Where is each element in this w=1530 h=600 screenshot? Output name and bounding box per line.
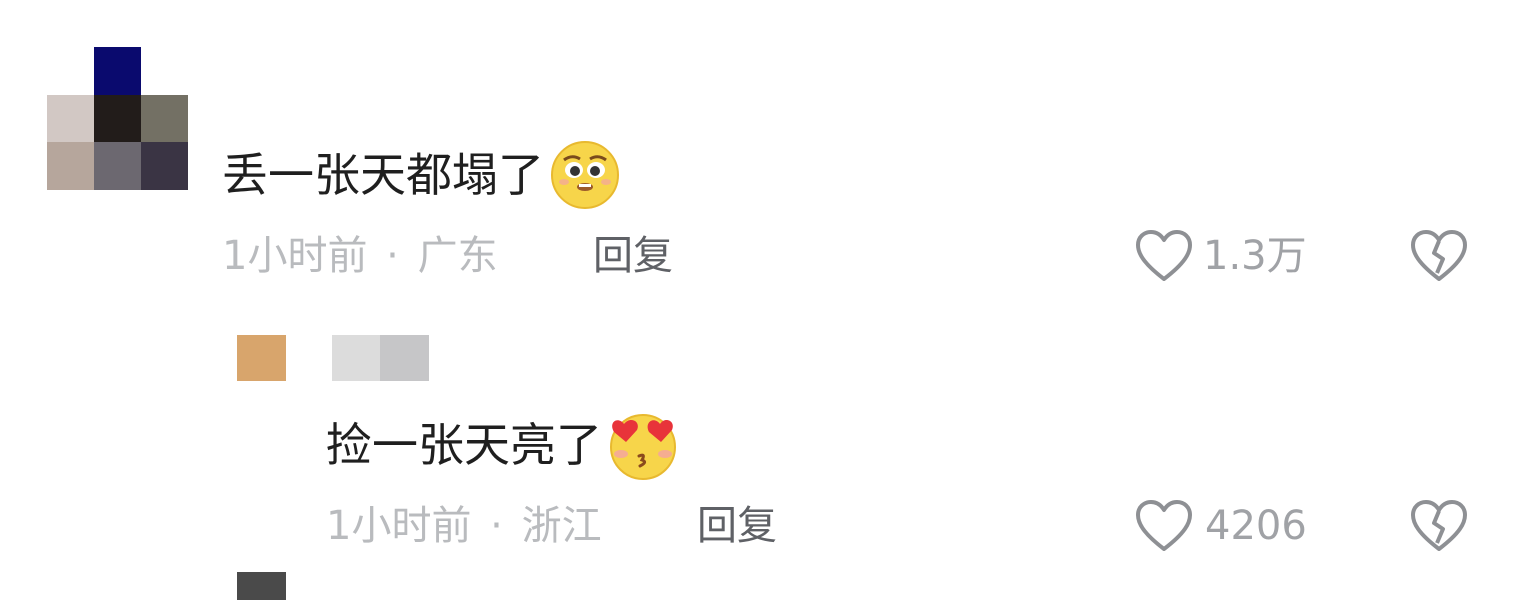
comment-text-content: 丢一张天都塌了 [222,148,544,202]
broken-heart-icon [1410,229,1468,283]
like-count: 4206 [1205,503,1307,549]
reply-text: 捡一张天亮了 [326,410,680,480]
comment-meta: 1小时前 · 广东 [222,236,498,276]
pleading-face-emoji [550,140,620,210]
avatar[interactable] [47,47,189,190]
dislike-button[interactable] [1410,499,1468,553]
heart-icon [1135,229,1193,283]
timestamp: 1小时前 [222,233,368,279]
heart-eyes-kiss-emoji [606,410,680,480]
reply-username[interactable] [332,335,429,381]
location: 浙江 [521,503,602,549]
location: 广东 [417,233,498,279]
reply-text-content: 捡一张天亮了 [326,418,602,472]
separator: · [490,503,503,549]
comment-text: 丢一张天都塌了 [222,140,620,210]
like-button[interactable] [1135,229,1193,283]
like-count: 1.3万 [1203,233,1307,279]
next-reply-avatar[interactable] [237,572,286,600]
reply-button[interactable]: 回复 [697,506,777,546]
separator: · [386,233,399,279]
dislike-button[interactable] [1410,229,1468,283]
reply-meta: 1小时前 · 浙江 [326,506,602,546]
heart-icon [1135,499,1193,553]
broken-heart-icon [1410,499,1468,553]
like-button[interactable] [1135,499,1193,553]
reply-button[interactable]: 回复 [593,236,673,276]
reply-avatar[interactable] [237,335,286,381]
timestamp: 1小时前 [326,503,472,549]
